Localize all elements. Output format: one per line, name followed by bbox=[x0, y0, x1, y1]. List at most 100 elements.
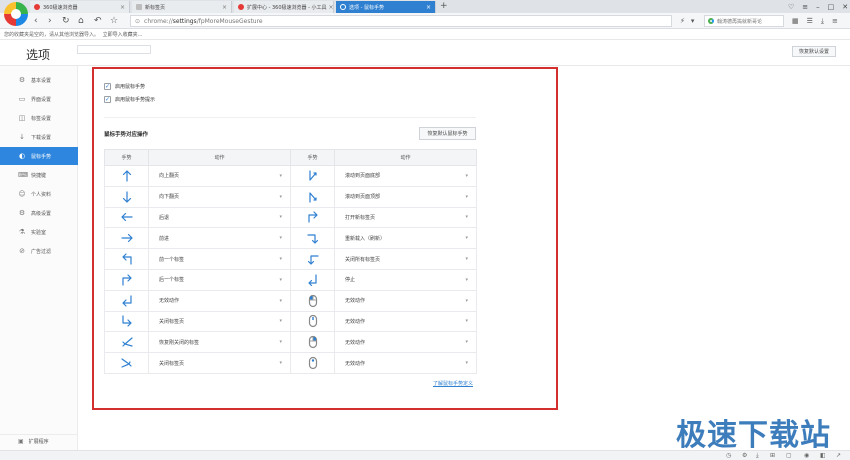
status-icon[interactable]: ◉ bbox=[804, 452, 809, 459]
status-icon[interactable]: ▢ bbox=[786, 452, 792, 459]
action-select[interactable]: 恢复刚关闭的标签 ▾ bbox=[148, 331, 291, 354]
action-select[interactable]: 后一个标签 ▾ bbox=[148, 268, 291, 291]
download-icon[interactable]: ⤓ bbox=[821, 17, 824, 26]
sidebar-item-shortcuts[interactable]: ⌨ 快捷键 bbox=[0, 166, 78, 184]
chevron-down-icon[interactable]: ▾ bbox=[465, 173, 468, 179]
sidebar-item-basic[interactable]: ⚙ 基本设置 bbox=[0, 71, 78, 89]
menu-icon[interactable]: ≡ bbox=[802, 3, 808, 11]
reload-icon[interactable]: ↻ bbox=[62, 15, 70, 27]
chevron-down-icon[interactable]: ▾ bbox=[465, 194, 468, 200]
chevron-down-icon[interactable]: ▾ bbox=[279, 194, 282, 200]
sidebar-item-tabs[interactable]: ◫ 标签设置 bbox=[0, 109, 78, 127]
chevron-down-icon[interactable]: ▾ bbox=[279, 256, 282, 262]
action-select[interactable]: 重新载入（刷新） ▾ bbox=[334, 227, 477, 250]
search-input[interactable]: 翰涛德再捣就新哥论 bbox=[704, 15, 784, 27]
home-icon[interactable]: ⌂ bbox=[78, 15, 84, 27]
action-select[interactable]: 打开新标签页 ▾ bbox=[334, 206, 477, 229]
sidebar-item-ad-filter[interactable]: ⊘ 广告过滤 bbox=[0, 242, 78, 260]
dropdown-icon[interactable]: ▾ bbox=[691, 17, 695, 25]
chevron-down-icon[interactable]: ▾ bbox=[465, 318, 468, 324]
checkbox-checked-icon[interactable]: ✓ bbox=[104, 83, 111, 90]
tab-extension-center[interactable]: 扩展中心 - 360极速浏览器 - 小工具 × bbox=[234, 1, 334, 13]
tab-new-tab[interactable]: 新标签页 × bbox=[132, 1, 232, 13]
close-icon[interactable]: × bbox=[424, 4, 431, 11]
action-select[interactable]: 关闭标签页 ▾ bbox=[148, 352, 291, 374]
action-select[interactable]: 无效动作 ▾ bbox=[148, 289, 291, 312]
chevron-down-icon[interactable]: ▾ bbox=[279, 339, 282, 345]
checkbox-checked-icon[interactable]: ✓ bbox=[104, 96, 111, 103]
enable-gesture-checkbox[interactable]: ✓ 启用鼠标手势 bbox=[104, 83, 145, 90]
learn-gesture-link[interactable]: 了解鼠标手势定义 bbox=[433, 380, 473, 387]
action-select[interactable]: 前一个标签 ▾ bbox=[148, 248, 291, 270]
sidebar-item-lab[interactable]: ⚗ 实验室 bbox=[0, 223, 78, 241]
close-icon[interactable]: × bbox=[118, 4, 125, 11]
action-select[interactable]: 无效动作 ▾ bbox=[334, 331, 477, 354]
sidebar-item-mouse-gesture[interactable]: ◐ 鼠标手势 bbox=[0, 147, 78, 165]
chevron-down-icon[interactable]: ▾ bbox=[465, 235, 468, 241]
import-favorites-link[interactable]: 立即导入收藏夹... bbox=[103, 32, 143, 38]
reset-gestures-button[interactable]: 恢复默认鼠标手势 bbox=[419, 127, 476, 140]
action-select[interactable]: 无效动作 ▾ bbox=[334, 352, 477, 374]
skin-icon[interactable]: ♡ bbox=[788, 3, 794, 11]
status-icon[interactable]: ↗ bbox=[836, 452, 841, 459]
chevron-down-icon[interactable]: ▾ bbox=[279, 277, 282, 283]
page-info-icon[interactable]: ⊙ bbox=[135, 18, 140, 25]
sidebar-item-interface[interactable]: ▭ 界面设置 bbox=[0, 90, 78, 108]
chevron-down-icon[interactable]: ▾ bbox=[279, 235, 282, 241]
status-icon[interactable]: ◧ bbox=[820, 452, 826, 459]
action-select[interactable]: 滚动到页面底部 ▾ bbox=[334, 165, 477, 187]
chevron-down-icon[interactable]: ▾ bbox=[279, 214, 282, 220]
maximize-icon[interactable]: □ bbox=[828, 3, 835, 11]
action-select[interactable]: 向下翻页 ▾ bbox=[148, 185, 291, 208]
action-select[interactable]: 关闭标签页 ▾ bbox=[148, 310, 291, 333]
sidebar-item-extensions[interactable]: ▣ 扩展程序 bbox=[0, 434, 78, 448]
status-icon[interactable]: ⤓ bbox=[756, 452, 759, 460]
settings-search-input[interactable] bbox=[77, 45, 151, 54]
action-select[interactable]: 滚动到页面顶部 ▾ bbox=[334, 185, 477, 208]
action-value: 无效动作 bbox=[345, 318, 366, 325]
extensions-icon[interactable]: ▦ bbox=[792, 17, 799, 25]
status-icon[interactable]: ⚙ bbox=[742, 452, 747, 459]
sidebar-item-advanced[interactable]: ⚙ 高级设置 bbox=[0, 204, 78, 222]
forward-icon[interactable]: › bbox=[48, 15, 52, 27]
action-select[interactable]: 前进 ▾ bbox=[148, 227, 291, 250]
menu-list-icon[interactable]: ☰ bbox=[807, 17, 813, 25]
status-icon[interactable]: ⊞ bbox=[770, 452, 775, 459]
chevron-down-icon[interactable]: ▾ bbox=[465, 360, 468, 366]
url-field[interactable]: ⊙ chrome://settings/fpMoreMouseGesture bbox=[130, 15, 672, 27]
sidebar-item-profile[interactable]: ☺ 个人资料 bbox=[0, 185, 78, 203]
chevron-down-icon[interactable]: ▾ bbox=[465, 277, 468, 283]
action-select[interactable]: 关闭所有标签页 ▾ bbox=[334, 248, 477, 270]
minimize-icon[interactable]: – bbox=[816, 3, 820, 11]
action-select[interactable]: 无效动作 ▾ bbox=[334, 310, 477, 333]
gesture-hint-checkbox[interactable]: ✓ 启用鼠标手势提示 bbox=[104, 96, 155, 103]
chevron-down-icon[interactable]: ▾ bbox=[465, 298, 468, 304]
chevron-down-icon[interactable]: ▾ bbox=[279, 318, 282, 324]
status-icon[interactable]: ◷ bbox=[726, 452, 731, 459]
chevron-down-icon[interactable]: ▾ bbox=[465, 339, 468, 345]
browser-logo-icon[interactable] bbox=[4, 2, 28, 26]
back-icon[interactable]: ‹ bbox=[34, 15, 38, 27]
close-window-icon[interactable]: ✕ bbox=[842, 3, 848, 11]
speed-mode-icon[interactable]: ⚡ bbox=[680, 17, 685, 25]
tab-settings-mouse-gesture[interactable]: 选项 - 鼠标手势 × bbox=[336, 1, 436, 13]
action-select[interactable]: 停止 ▾ bbox=[334, 268, 477, 291]
action-select[interactable]: 无效动作 ▾ bbox=[334, 289, 477, 312]
favorite-star-icon[interactable]: ☆ bbox=[110, 15, 118, 27]
tab-360-browser[interactable]: 360极速浏览器 × bbox=[30, 1, 130, 13]
reset-all-settings-button[interactable]: 恢复默认设置 bbox=[792, 46, 836, 57]
more-icon[interactable]: ≡ bbox=[832, 17, 838, 25]
chevron-down-icon[interactable]: ▾ bbox=[279, 360, 282, 366]
undo-icon[interactable]: ↶ bbox=[94, 15, 102, 27]
search-engine-icon[interactable] bbox=[708, 18, 714, 24]
action-select[interactable]: 后退 ▾ bbox=[148, 206, 291, 229]
chevron-down-icon[interactable]: ▾ bbox=[279, 173, 282, 179]
close-icon[interactable]: × bbox=[220, 4, 227, 11]
chevron-down-icon[interactable]: ▾ bbox=[279, 298, 282, 304]
sidebar-item-download[interactable]: ↓ 下载设置 bbox=[0, 128, 78, 146]
new-tab-button[interactable]: + bbox=[440, 1, 448, 12]
close-icon[interactable]: × bbox=[327, 4, 333, 11]
chevron-down-icon[interactable]: ▾ bbox=[465, 214, 468, 220]
action-select[interactable]: 向上翻页 ▾ bbox=[148, 165, 291, 187]
chevron-down-icon[interactable]: ▾ bbox=[465, 256, 468, 262]
